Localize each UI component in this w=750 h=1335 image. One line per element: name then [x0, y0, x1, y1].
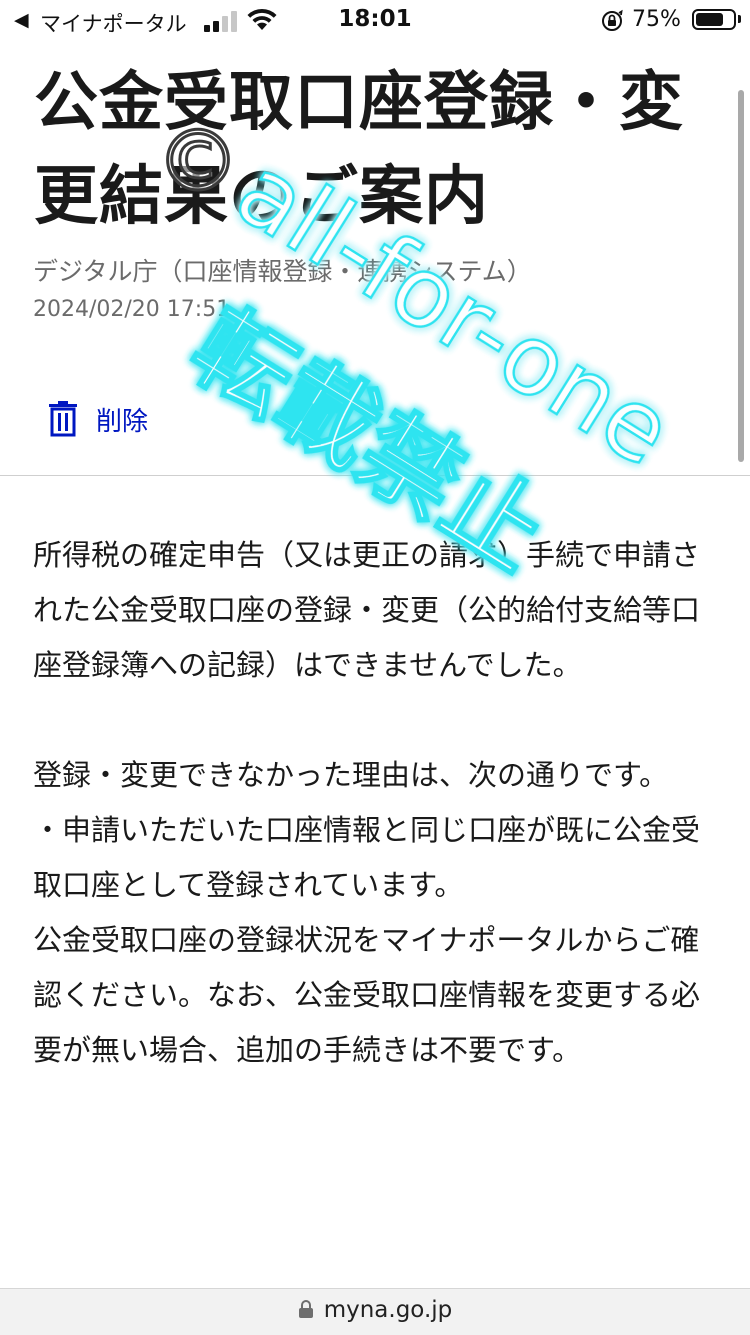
message-date: 2024/02/20 17:51 [33, 297, 231, 322]
header-divider [0, 475, 750, 476]
page-title: 公金受取口座登録・変更結果のご案内 [34, 66, 684, 234]
lock-icon [298, 1300, 313, 1318]
orientation-lock-icon [602, 9, 623, 31]
battery-cap [738, 15, 741, 23]
battery-icon [692, 9, 736, 30]
status-bar: ◀ マイナポータル 18:01 75% [0, 0, 750, 42]
sender-name: デジタル庁（口座情報登録・連携システム） [33, 257, 532, 286]
url-text: myna.go.jp [323, 1297, 453, 1323]
message-paragraph: 所得税の確定申告（又は更正の請求）手続で申請された公金受取口座の登録・変更（公的… [33, 538, 701, 682]
delete-button[interactable]: 削除 [48, 397, 148, 441]
browser-url-bar[interactable]: myna.go.jp [0, 1288, 750, 1335]
message-body: 所得税の確定申告（又は更正の請求）手続で申請された公金受取口座の登録・変更（公的… [33, 528, 713, 1078]
delete-label: 削除 [96, 406, 149, 437]
battery-percentage: 75% [632, 7, 681, 32]
battery-fill [696, 13, 723, 26]
message-paragraph: 登録・変更できなかった理由は、次の通りです。 [33, 758, 669, 792]
trash-icon [49, 401, 77, 437]
scrollbar[interactable] [738, 90, 744, 462]
message-paragraph: ・申請いただいた口座情報と同じ口座が既に公金受取口座として登録されています。 [33, 813, 701, 902]
message-paragraph: 公金受取口座の登録状況をマイナポータルからご確認ください。なお、公金受取口座情報… [33, 923, 701, 1067]
